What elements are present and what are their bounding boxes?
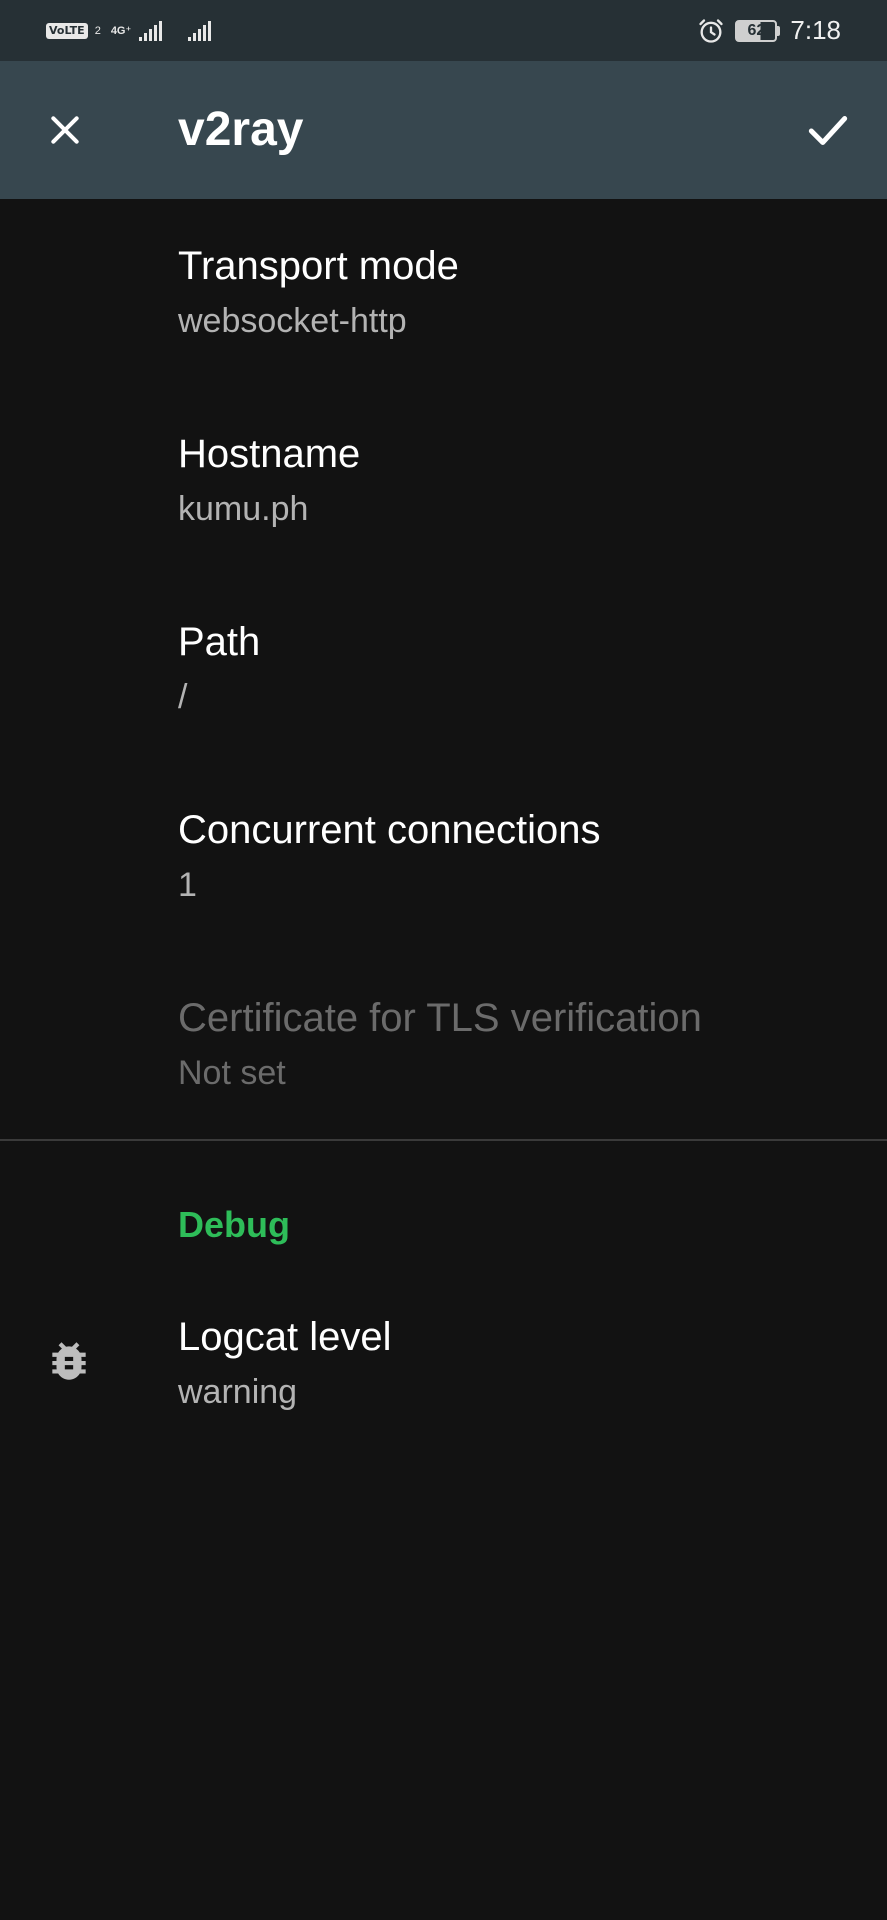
clock: 7:18: [790, 15, 841, 45]
category-title-debug: Debug: [178, 1204, 290, 1245]
volte-badge: VoLTE: [46, 22, 88, 39]
pref-title: Transport mode: [178, 244, 459, 288]
signal-strength-icon: [139, 20, 163, 41]
check-icon: [808, 116, 848, 145]
status-bar: VoLTE 2 4G⁺ 62 7:18: [0, 0, 887, 61]
battery-level: 62: [735, 19, 778, 42]
pref-title: Certificate for TLS verification: [178, 996, 702, 1040]
save-button[interactable]: [793, 95, 863, 165]
signal-strength-icon-sim2: [188, 20, 212, 41]
bug-icon: [52, 1342, 86, 1380]
pref-title: Path: [178, 620, 261, 664]
pref-summary: /: [178, 678, 188, 716]
pref-summary: Not set: [178, 1054, 286, 1092]
page-title: v2ray: [178, 103, 304, 156]
pref-title: Hostname: [178, 432, 361, 476]
category-divider: [0, 1139, 887, 1141]
pref-title: Logcat level: [178, 1315, 392, 1359]
pref-logcat-level[interactable]: Logcat level warning: [0, 1270, 887, 1450]
close-button[interactable]: [30, 95, 100, 165]
pref-concurrent-connections[interactable]: Concurrent connections 1: [0, 763, 887, 951]
pref-hostname[interactable]: Hostname kumu.ph: [0, 387, 887, 575]
status-right: 62 7:18: [697, 15, 841, 46]
pref-summary: 1: [178, 866, 197, 904]
close-icon: [51, 116, 79, 144]
battery-icon: 62: [735, 19, 781, 42]
sim-number: 2: [94, 24, 101, 37]
pref-summary: websocket-http: [178, 302, 407, 340]
pref-summary: kumu.ph: [178, 490, 309, 528]
network-type: 4G⁺: [110, 24, 132, 37]
pref-path[interactable]: Path /: [0, 575, 887, 763]
pref-tls-certificate: Certificate for TLS verification Not set: [0, 951, 887, 1139]
pref-transport-mode[interactable]: Transport mode websocket-http: [0, 199, 887, 387]
pref-title: Concurrent connections: [178, 808, 601, 852]
pref-summary: warning: [178, 1373, 298, 1411]
preference-list: Transport mode websocket-http Hostname k…: [0, 199, 887, 1139]
alarm-icon: [697, 17, 725, 45]
toolbar: v2ray: [0, 61, 887, 199]
status-left: VoLTE 2 4G⁺: [46, 20, 212, 41]
